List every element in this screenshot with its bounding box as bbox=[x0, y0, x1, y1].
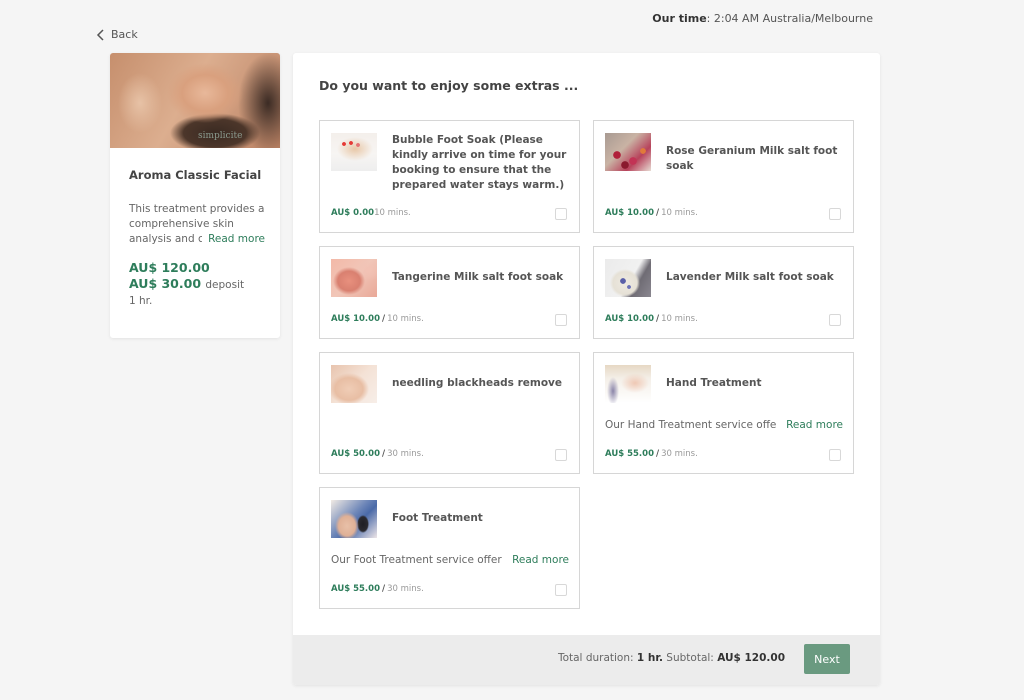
extra-thumbnail bbox=[331, 133, 377, 171]
extra-price: AU$ 55.00/30 mins. bbox=[605, 449, 698, 459]
extra-price: AU$ 10.00/10 mins. bbox=[605, 314, 698, 324]
extra-price: AU$ 0.0010 mins. bbox=[331, 208, 411, 218]
extra-description: Our Hand Treatment service offers a Read… bbox=[605, 419, 843, 431]
service-price: AU$ 120.00 bbox=[129, 260, 210, 275]
extra-duration: 30 mins. bbox=[661, 449, 698, 459]
extra-checkbox[interactable] bbox=[829, 449, 841, 461]
service-card: simplicite Aroma Classic Facial This tre… bbox=[110, 53, 280, 338]
deposit-amount: AU$ 30.00 bbox=[129, 276, 202, 291]
extra-checkbox[interactable] bbox=[555, 449, 567, 461]
extra-description: Our Foot Treatment service offers a Read… bbox=[331, 554, 569, 566]
price-separator: / bbox=[381, 584, 386, 594]
extra-item[interactable]: needling blackheads remove AU$ 50.00/30 … bbox=[319, 352, 580, 474]
extra-name: Hand Treatment bbox=[666, 377, 762, 389]
our-time: Our time: 2:04 AM Australia/Melbourne bbox=[652, 12, 873, 25]
back-label: Back bbox=[111, 28, 138, 41]
extra-description-text: Our Foot Treatment service offers a bbox=[331, 554, 517, 566]
extra-item[interactable]: Lavender Milk salt foot soak AU$ 10.00/1… bbox=[593, 246, 854, 339]
extra-price: AU$ 55.00/30 mins. bbox=[331, 584, 424, 594]
extra-price: AU$ 50.00/30 mins. bbox=[331, 449, 424, 459]
extra-price-amount: AU$ 55.00 bbox=[331, 584, 380, 594]
extra-thumbnail bbox=[331, 259, 377, 297]
extra-item[interactable]: Tangerine Milk salt foot soak AU$ 10.00/… bbox=[319, 246, 580, 339]
extra-name: Tangerine Milk salt foot soak bbox=[392, 271, 564, 283]
service-description: This treatment provides a comprehensive … bbox=[129, 202, 269, 247]
extra-price-amount: AU$ 10.00 bbox=[605, 314, 654, 324]
extra-name: Lavender Milk salt foot soak bbox=[666, 271, 834, 283]
extras-title: Do you want to enjoy some extras ... bbox=[319, 78, 579, 93]
extra-item[interactable]: Bubble Foot Soak (Please kindly arrive o… bbox=[319, 120, 580, 233]
extra-duration: 10 mins. bbox=[661, 314, 698, 324]
extra-name: Bubble Foot Soak (Please kindly arrive o… bbox=[392, 134, 567, 191]
extra-checkbox[interactable] bbox=[829, 314, 841, 326]
next-button[interactable]: Next bbox=[804, 644, 850, 674]
price-separator: / bbox=[655, 449, 660, 459]
extra-price-amount: AU$ 0.00 bbox=[331, 208, 375, 218]
extras-panel: Do you want to enjoy some extras ... Bub… bbox=[293, 53, 880, 685]
total-duration-label: Total duration: bbox=[557, 652, 634, 664]
price-separator: / bbox=[381, 449, 386, 459]
extra-price-amount: AU$ 10.00 bbox=[331, 314, 380, 324]
service-read-more-link[interactable]: Read more bbox=[202, 232, 265, 247]
extra-item[interactable]: Rose Geranium Milk salt foot soak AU$ 10… bbox=[593, 120, 854, 233]
extra-checkbox[interactable] bbox=[829, 208, 841, 220]
extra-name: needling blackheads remove bbox=[392, 377, 563, 389]
extra-item[interactable]: Foot Treatment Our Foot Treatment servic… bbox=[319, 487, 580, 609]
extra-thumbnail bbox=[605, 365, 651, 403]
our-time-label: Our time bbox=[652, 12, 707, 25]
extra-checkbox[interactable] bbox=[555, 584, 567, 596]
extra-checkbox[interactable] bbox=[555, 208, 567, 220]
subtotal: Subtotal: AU$ 120.00 bbox=[666, 652, 785, 664]
extra-duration: 30 mins. bbox=[387, 584, 424, 594]
price-separator: / bbox=[381, 314, 386, 324]
extra-description-text: Our Hand Treatment service offers a bbox=[605, 419, 796, 431]
subtotal-value: AU$ 120.00 bbox=[717, 652, 785, 664]
our-time-value: : 2:04 AM Australia/Melbourne bbox=[706, 12, 873, 25]
extra-duration: 30 mins. bbox=[387, 449, 424, 459]
deposit-label: deposit bbox=[205, 279, 245, 291]
total-duration-value: 1 hr. bbox=[636, 652, 663, 664]
extra-duration: 10 mins. bbox=[387, 314, 424, 324]
summary-footer: Total duration: 1 hr. Subtotal: AU$ 120.… bbox=[293, 635, 880, 685]
extra-price: AU$ 10.00/10 mins. bbox=[331, 314, 424, 324]
service-duration: 1 hr. bbox=[129, 295, 153, 307]
read-more-link[interactable]: Read more bbox=[776, 419, 843, 431]
total-duration: Total duration: 1 hr. bbox=[558, 652, 663, 664]
extra-thumbnail bbox=[331, 500, 377, 538]
extra-name: Rose Geranium Milk salt foot soak bbox=[666, 145, 838, 172]
extra-thumbnail bbox=[331, 365, 377, 403]
extra-duration: 10 mins. bbox=[661, 208, 698, 218]
extra-price-amount: AU$ 55.00 bbox=[605, 449, 654, 459]
back-button[interactable]: Back bbox=[96, 28, 138, 41]
brand-logo: simplicite bbox=[198, 131, 243, 141]
price-separator: / bbox=[655, 208, 660, 218]
price-separator: / bbox=[655, 314, 660, 324]
chevron-left-icon bbox=[96, 28, 104, 41]
extra-price: AU$ 10.00/10 mins. bbox=[605, 208, 698, 218]
extra-price-amount: AU$ 10.00 bbox=[605, 208, 654, 218]
extra-thumbnail bbox=[605, 259, 651, 297]
extra-price-amount: AU$ 50.00 bbox=[331, 449, 380, 459]
extra-duration: 10 mins. bbox=[374, 208, 411, 218]
service-title: Aroma Classic Facial bbox=[129, 168, 262, 182]
extra-thumbnail bbox=[605, 133, 651, 171]
extra-item[interactable]: Hand Treatment Our Hand Treatment servic… bbox=[593, 352, 854, 474]
extra-checkbox[interactable] bbox=[555, 314, 567, 326]
extra-name: Foot Treatment bbox=[392, 512, 483, 524]
subtotal-label: Subtotal: bbox=[666, 652, 714, 664]
read-more-link[interactable]: Read more bbox=[502, 554, 569, 566]
service-deposit: AU$ 30.00 deposit bbox=[129, 276, 244, 291]
service-image: simplicite bbox=[110, 53, 280, 148]
